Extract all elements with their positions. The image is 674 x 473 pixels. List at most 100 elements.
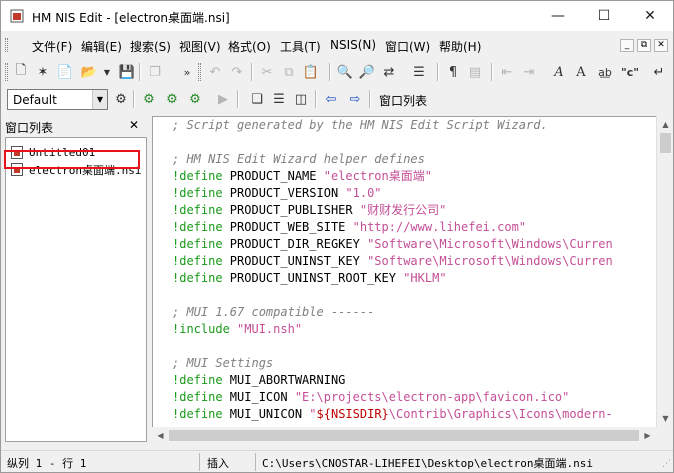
menu-window[interactable]: 窗口(W) [385, 38, 430, 55]
code-token-id: PRODUCT_PUBLISHER [222, 203, 360, 217]
code-token-str: " [309, 407, 317, 421]
menu-tools[interactable]: 工具(T) [280, 38, 321, 55]
mdi-restore-button[interactable]: ⧉ [637, 39, 651, 52]
vertical-scroll-thumb[interactable] [660, 133, 671, 153]
minimize-button[interactable]: — [535, 1, 581, 31]
menu-view[interactable]: 视图(V) [179, 38, 221, 55]
code-token-kw: !define [172, 271, 223, 285]
tile-vertical-icon[interactable]: ◫ [291, 89, 311, 109]
code-token-id: PRODUCT_UNINST_KEY [222, 254, 368, 268]
next-window-icon[interactable]: ⇨ [345, 89, 365, 109]
code-token-str: "Software\Microsoft\Windows\Curren [367, 254, 613, 268]
new-file-icon[interactable]: 🗋 [11, 62, 31, 82]
save-all-icon[interactable]: ❐ [145, 62, 165, 82]
menu-format[interactable]: 格式(O) [228, 38, 271, 55]
resize-grip-icon[interactable]: ⋰ [659, 458, 671, 470]
font-icon[interactable]: A [549, 62, 569, 82]
menu-file[interactable]: 文件(F) [32, 38, 72, 55]
vertical-scrollbar[interactable]: ▲ ▼ [656, 116, 673, 427]
scheme-settings-icon[interactable]: ⚙ [111, 89, 131, 109]
code-line: !define PRODUCT_UNINST_KEY "Software\Mic… [172, 253, 613, 270]
wizard-icon[interactable]: ✶ [33, 62, 53, 82]
redo-icon[interactable]: ↷ [227, 62, 247, 82]
replace-icon[interactable]: ⇄ [379, 62, 399, 82]
uppercase-icon[interactable]: a͟b [595, 62, 615, 82]
menu-help[interactable]: 帮助(H) [439, 38, 481, 55]
cascade-icon[interactable]: ❏ [247, 89, 267, 109]
scroll-up-icon[interactable]: ▲ [657, 116, 674, 133]
copy-icon[interactable]: ⧉ [279, 62, 299, 82]
wrap-icon[interactable]: ↵ [649, 62, 669, 82]
panel-close-icon[interactable]: ✕ [127, 118, 141, 132]
scroll-corner [656, 427, 673, 444]
menu-edit[interactable]: 编辑(E) [81, 38, 122, 55]
menu-nsis[interactable]: NSIS(N) [330, 38, 376, 52]
scroll-left-icon[interactable]: ◀ [152, 427, 169, 444]
code-token-comment: ; HM NIS Edit Wizard helper defines [172, 152, 425, 166]
toolbar-grip[interactable] [198, 63, 201, 81]
code-token-kw: !define [172, 407, 223, 421]
code-token-str: "MUI.nsh" [237, 322, 303, 336]
open-folder-icon[interactable]: 📂 [79, 62, 99, 82]
toolbar-grip[interactable] [5, 63, 8, 81]
code-token-str2: \Contrib\Graphics\Icons\modern- [388, 407, 613, 421]
editor-gutter [153, 117, 167, 427]
code-token-str: "electron桌面端" [323, 169, 432, 183]
font-size-icon[interactable]: A [571, 62, 591, 82]
code-token-kw: !define [172, 373, 223, 387]
code-token-id: MUI_ABORTWARNING [222, 373, 346, 387]
compile-icon[interactable]: ⚙ [139, 89, 159, 109]
previous-window-icon[interactable]: ⇦ [321, 89, 341, 109]
indent-icon[interactable]: ⇥ [519, 62, 539, 82]
code-editor[interactable]: ; Script generated by the HM NIS Edit Sc… [152, 116, 656, 427]
menu-grip-handle[interactable] [5, 38, 8, 52]
code-token-kw: !define [172, 169, 223, 183]
code-token-str: "1.0" [345, 186, 382, 200]
cut-icon[interactable]: ✂ [257, 62, 277, 82]
code-line: !define PRODUCT_DIR_REGKEY "Software\Mic… [172, 236, 613, 253]
code-line: ; HM NIS Edit Wizard helper defines [172, 151, 425, 168]
paste-icon[interactable]: 📋 [301, 62, 321, 82]
find-icon[interactable]: 🔍 [335, 62, 355, 82]
code-line: ; MUI Settings [172, 355, 273, 372]
code-token-id: PRODUCT_DIR_REGKEY [222, 237, 368, 251]
run-icon[interactable]: ⚙ [185, 89, 205, 109]
undo-icon[interactable]: ↶ [205, 62, 225, 82]
goto-line-icon[interactable]: ☰ [409, 62, 429, 82]
tile-horizontal-icon[interactable]: ☰ [269, 89, 289, 109]
code-line: !define PRODUCT_VERSION "1.0" [172, 185, 382, 202]
window-list-panel: 窗口列表 ✕ Untitled01 electron桌面端.nsi [1, 115, 147, 445]
paragraph-icon[interactable]: ¶ [443, 62, 463, 82]
chevron-down-icon[interactable]: ▼ [92, 90, 107, 109]
code-token-id: PRODUCT_VERSION [222, 186, 346, 200]
mdi-close-button[interactable]: ✕ [654, 39, 668, 52]
save-icon[interactable]: 💾 [117, 62, 137, 82]
code-line: !define MUI_ICON "E:\projects\electron-a… [172, 389, 569, 406]
code-token-str: "http://www.lihefei.com" [352, 220, 527, 234]
scroll-down-icon[interactable]: ▼ [657, 410, 674, 427]
syntax-scheme-select[interactable]: Default ▼ [7, 89, 108, 110]
scroll-right-icon[interactable]: ▶ [639, 427, 656, 444]
quotes-icon[interactable]: "c" [620, 62, 640, 82]
close-button[interactable]: ✕ [627, 1, 673, 31]
panel-title: 窗口列表 [5, 121, 54, 135]
horizontal-scroll-thumb[interactable] [169, 430, 639, 441]
play-icon[interactable]: ▶ [213, 89, 233, 109]
toolbar-overflow-icon[interactable]: » [177, 62, 197, 82]
mdi-minimize-button[interactable]: _ [620, 39, 634, 52]
insert-mode: 插入 [207, 457, 229, 470]
window-list-button[interactable]: 窗口列表 [379, 92, 427, 109]
horizontal-scrollbar[interactable]: ◀ ▶ [152, 427, 656, 444]
maximize-button[interactable]: ☐ [581, 1, 627, 31]
menu-bar: 文件(F) 编辑(E) 搜索(S) 视图(V) 格式(O) 工具(T) NSIS… [1, 33, 673, 57]
title-bar[interactable]: HM NIS Edit - [electron桌面端.nsi] — ☐ ✕ [1, 1, 673, 31]
compile-run-icon[interactable]: ⚙ [162, 89, 182, 109]
open-dropdown-icon[interactable]: ▼ [97, 62, 117, 82]
status-bar: 纵列 1 - 行 1 插入 C:\Users\CNOSTAR-LIHEFEI\D… [1, 450, 673, 472]
menu-search[interactable]: 搜索(S) [130, 38, 171, 55]
outdent-icon[interactable]: ⇤ [497, 62, 517, 82]
template-icon[interactable]: 📄 [55, 62, 75, 82]
find-next-icon[interactable]: 🔎 [357, 62, 377, 82]
show-whitespace-icon[interactable]: ▤ [465, 62, 485, 82]
code-token-str: "E:\projects\electron-app\favicon.ico" [294, 390, 570, 404]
